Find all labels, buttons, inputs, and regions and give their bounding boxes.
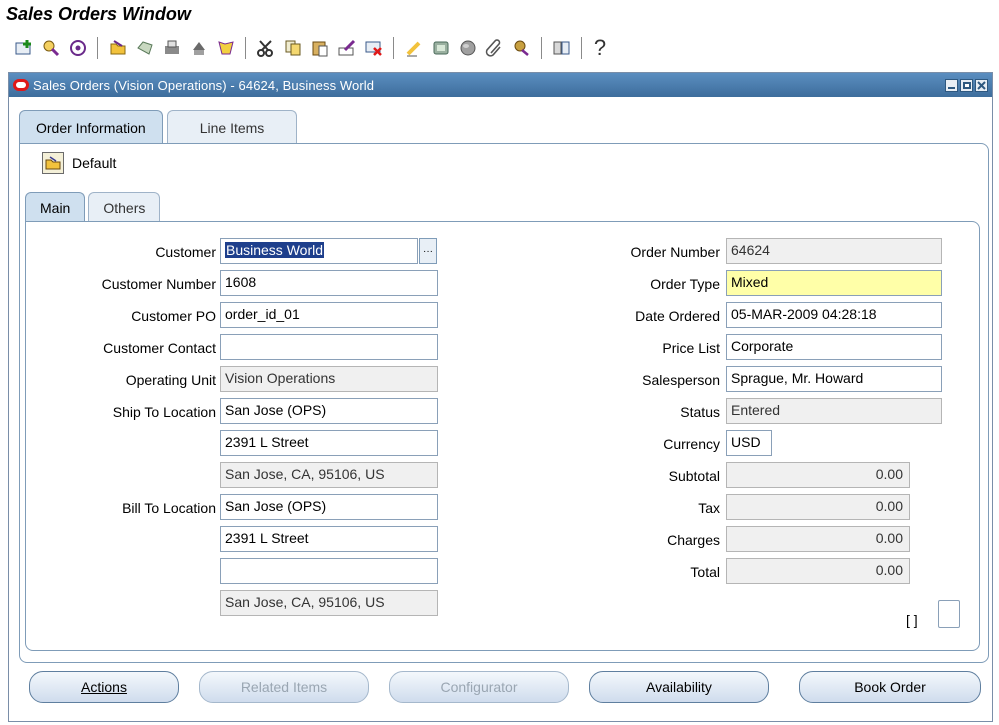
status-label: Status bbox=[680, 404, 720, 420]
toolbar-separator bbox=[541, 37, 543, 59]
window-help-icon[interactable] bbox=[550, 36, 574, 60]
customer-po-field[interactable]: order_id_01 bbox=[220, 302, 438, 328]
oracle-logo-icon bbox=[13, 79, 29, 91]
customer-contact-label: Customer Contact bbox=[103, 340, 216, 356]
date-ordered-field[interactable]: 05-MAR-2009 04:28:18 bbox=[726, 302, 942, 328]
bill-to-address-field[interactable]: 2391 L Street bbox=[220, 526, 438, 552]
price-list-label: Price List bbox=[662, 340, 720, 356]
navigator-icon[interactable] bbox=[66, 36, 90, 60]
toolbar-separator bbox=[97, 37, 99, 59]
bill-to-address2-field[interactable] bbox=[220, 558, 438, 584]
context-field[interactable] bbox=[938, 600, 960, 628]
minimize-icon[interactable] bbox=[945, 78, 958, 92]
context-bracket: [ ] bbox=[906, 612, 918, 628]
customer-number-label: Customer Number bbox=[101, 276, 216, 292]
order-information-panel: Default Main Others Customer Business Wo… bbox=[19, 143, 989, 663]
copy-icon[interactable] bbox=[281, 36, 305, 60]
toolbar-separator bbox=[393, 37, 395, 59]
subtotal-field: 0.00 bbox=[726, 462, 910, 488]
configurator-button-label: Configurator bbox=[440, 679, 518, 695]
currency-label: Currency bbox=[663, 436, 720, 452]
new-record-icon[interactable] bbox=[12, 36, 36, 60]
charges-label: Charges bbox=[667, 532, 720, 548]
bill-to-city-field: San Jose, CA, 95106, US bbox=[220, 590, 438, 616]
tax-field: 0.00 bbox=[726, 494, 910, 520]
ship-to-address-field[interactable]: 2391 L Street bbox=[220, 430, 438, 456]
maximize-icon[interactable] bbox=[960, 78, 973, 92]
zoom-icon[interactable] bbox=[214, 36, 238, 60]
tax-label: Tax bbox=[698, 500, 720, 516]
status-field: Entered bbox=[726, 398, 942, 424]
default-label: Default bbox=[72, 155, 117, 171]
attach-icon[interactable] bbox=[187, 36, 211, 60]
tab-others[interactable]: Others bbox=[88, 192, 161, 222]
ship-to-location-field[interactable]: San Jose (OPS) bbox=[220, 398, 438, 424]
window-titlebar[interactable]: Sales Orders (Vision Operations) - 64624… bbox=[9, 73, 992, 97]
price-list-field[interactable]: Corporate bbox=[726, 334, 942, 360]
operating-unit-field: Vision Operations bbox=[220, 366, 438, 392]
actions-button-label: Actions bbox=[81, 679, 127, 695]
operating-unit-label: Operating Unit bbox=[125, 372, 216, 388]
default-row: Default bbox=[42, 152, 116, 174]
book-order-button[interactable]: Book Order bbox=[799, 671, 981, 703]
paste-icon[interactable] bbox=[308, 36, 332, 60]
toolbar: ? bbox=[10, 33, 990, 63]
toolbar-separator bbox=[245, 37, 247, 59]
open-folder-icon[interactable] bbox=[106, 36, 130, 60]
sales-orders-window: Sales Orders (Vision Operations) - 64624… bbox=[8, 72, 993, 722]
charges-field[interactable]: 0.00 bbox=[726, 526, 910, 552]
tab-main[interactable]: Main bbox=[25, 192, 86, 222]
globe-icon[interactable] bbox=[456, 36, 480, 60]
edit-icon[interactable] bbox=[402, 36, 426, 60]
availability-button[interactable]: Availability bbox=[589, 671, 769, 703]
delete-record-icon[interactable] bbox=[362, 36, 386, 60]
translations-icon[interactable] bbox=[429, 36, 453, 60]
subtotal-label: Subtotal bbox=[668, 468, 720, 484]
action-button-row: Actions Related Items Configurator Avail… bbox=[19, 671, 984, 707]
order-type-field[interactable]: Mixed bbox=[726, 270, 942, 296]
main-panel: Customer Business World ··· Customer Num… bbox=[25, 221, 980, 651]
tab-line-items[interactable]: Line Items bbox=[166, 110, 298, 144]
salesperson-field[interactable]: Sprague, Mr. Howard bbox=[726, 366, 942, 392]
default-folder-icon[interactable] bbox=[42, 152, 64, 174]
order-type-label: Order Type bbox=[650, 276, 720, 292]
customer-label: Customer bbox=[155, 244, 216, 260]
window-title: Sales Orders (Vision Operations) - 64624… bbox=[33, 77, 375, 93]
customer-field[interactable]: Business World bbox=[220, 238, 418, 264]
availability-button-label: Availability bbox=[646, 679, 712, 695]
edit-field-icon[interactable] bbox=[335, 36, 359, 60]
salesperson-label: Salesperson bbox=[642, 372, 720, 388]
customer-value: Business World bbox=[225, 242, 325, 258]
configurator-button[interactable]: Configurator bbox=[389, 671, 569, 703]
ship-to-city-field: San Jose, CA, 95106, US bbox=[220, 462, 438, 488]
toolbar-separator bbox=[581, 37, 583, 59]
find-icon[interactable] bbox=[39, 36, 63, 60]
date-ordered-label: Date Ordered bbox=[635, 308, 720, 324]
print-icon[interactable] bbox=[160, 36, 184, 60]
order-number-field: 64624 bbox=[726, 238, 942, 264]
close-icon[interactable] bbox=[975, 78, 988, 92]
actions-button[interactable]: Actions bbox=[29, 671, 179, 703]
save-icon[interactable] bbox=[133, 36, 157, 60]
tab-order-information[interactable]: Order Information bbox=[19, 110, 163, 144]
help-icon[interactable]: ? bbox=[590, 35, 610, 60]
currency-field[interactable]: USD bbox=[726, 430, 772, 456]
customer-contact-field[interactable] bbox=[220, 334, 438, 360]
customer-number-field[interactable]: 1608 bbox=[220, 270, 438, 296]
order-number-label: Order Number bbox=[630, 244, 720, 260]
related-items-button[interactable]: Related Items bbox=[199, 671, 369, 703]
ship-to-location-label: Ship To Location bbox=[112, 404, 216, 420]
customer-po-label: Customer PO bbox=[131, 308, 216, 324]
total-field: 0.00 bbox=[726, 558, 910, 584]
folder-tools-icon[interactable] bbox=[510, 36, 534, 60]
page-title: Sales Orders Window bbox=[6, 4, 191, 24]
related-items-button-label: Related Items bbox=[240, 679, 328, 695]
cut-icon[interactable] bbox=[254, 36, 278, 60]
attachments-icon[interactable] bbox=[483, 36, 507, 60]
customer-lov-button[interactable]: ··· bbox=[419, 238, 437, 264]
bill-to-location-field[interactable]: San Jose (OPS) bbox=[220, 494, 438, 520]
book-order-button-label: Book Order bbox=[854, 679, 926, 695]
total-label: Total bbox=[690, 564, 720, 580]
bill-to-location-label: Bill To Location bbox=[122, 500, 216, 516]
